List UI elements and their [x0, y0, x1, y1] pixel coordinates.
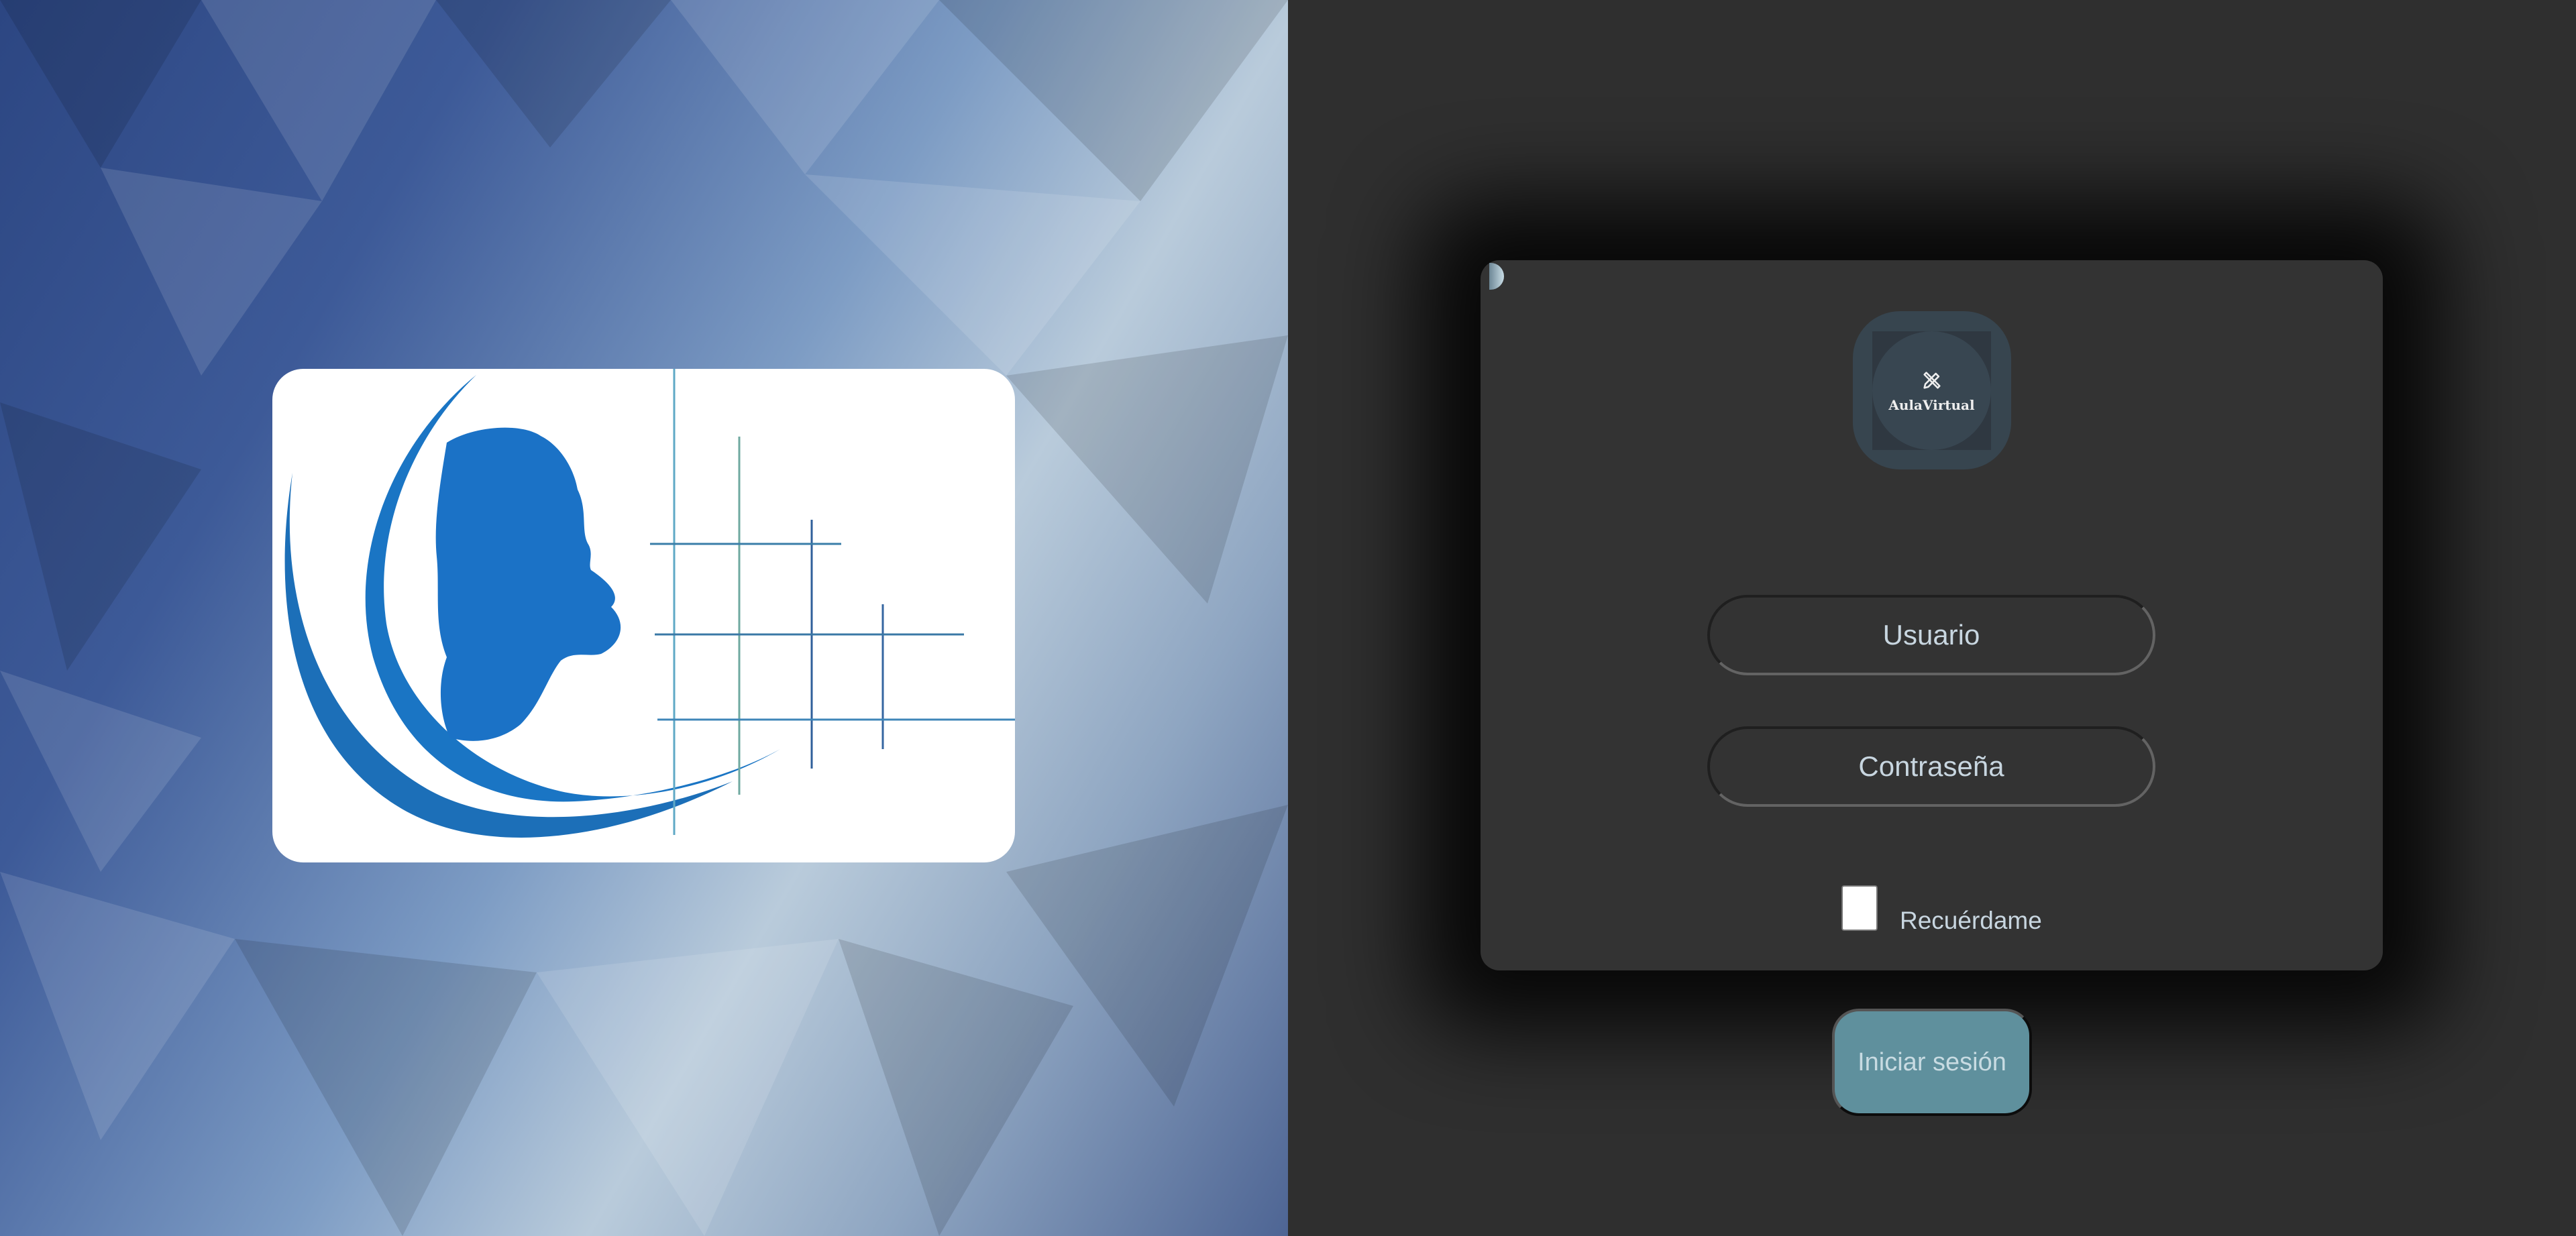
password-input[interactable]	[1707, 726, 2155, 807]
background-panel	[0, 0, 1288, 1236]
remember-me-label[interactable]: Recuérdame	[1900, 907, 2042, 935]
institution-logo	[272, 369, 1015, 862]
login-button[interactable]: Iniciar sesión	[1832, 1009, 2032, 1116]
brand-name: AulaVirtual	[1888, 396, 1975, 413]
remember-me-checkbox[interactable]	[1841, 885, 1878, 931]
brand-logo-circle: AulaVirtual	[1872, 331, 1991, 450]
username-input[interactable]	[1707, 595, 2155, 675]
brand-logo: AulaVirtual	[1853, 311, 2011, 469]
logo-head	[435, 427, 621, 741]
pencil-ruler-icon	[1923, 371, 1941, 389]
logo-illustration	[284, 369, 1015, 838]
